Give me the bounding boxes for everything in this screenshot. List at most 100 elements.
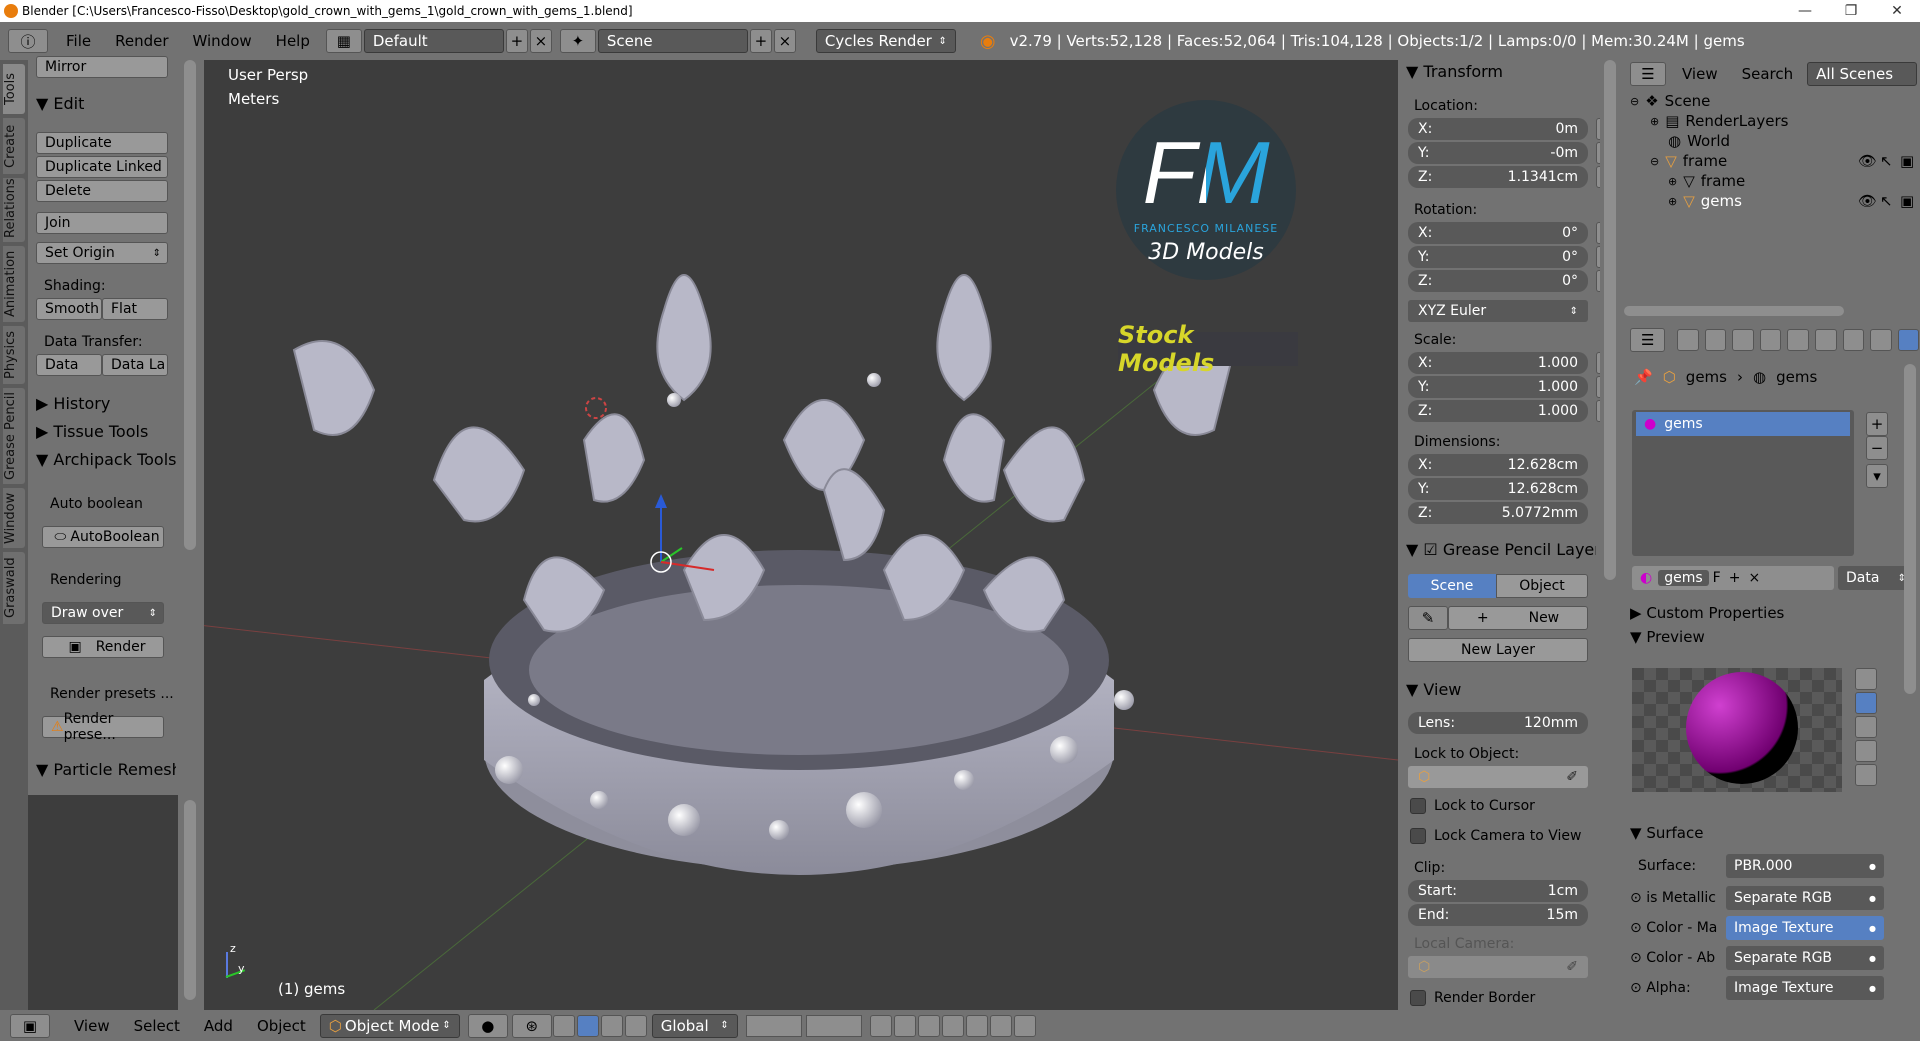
eyedropper-icon[interactable]: ✐	[1566, 769, 1578, 785]
particle-panel-header[interactable]: ▼ Particle Remesh	[36, 760, 176, 779]
new-gpencil-button[interactable]: + New	[1448, 606, 1588, 630]
outliner-hscroll[interactable]	[1624, 306, 1844, 316]
menu-select[interactable]: Select	[134, 1017, 180, 1035]
scale-x-field[interactable]: X: 1.000	[1408, 352, 1588, 374]
add-slot-button[interactable]: +	[1866, 412, 1888, 436]
remove-scene-button[interactable]: ×	[773, 29, 796, 53]
pivot-select[interactable]: ⊛	[511, 1013, 552, 1038]
layers-grid-2[interactable]	[805, 1014, 862, 1037]
surface-header[interactable]: ▼ Surface	[1630, 824, 1703, 842]
snap-target-icon[interactable]	[965, 1014, 988, 1037]
layers-tab-icon[interactable]	[1704, 329, 1727, 351]
shading-select[interactable]: ●	[467, 1013, 508, 1038]
menu-view[interactable]: View	[74, 1017, 110, 1035]
outliner-item-frame-mesh[interactable]: ⊕ ▽ frame	[1668, 172, 1745, 190]
dimension-x-field[interactable]: X: 12.628cm	[1408, 454, 1588, 476]
smooth-button[interactable]: Smooth	[36, 298, 102, 320]
tab-relations[interactable]: Relations	[3, 178, 25, 242]
outliner-item-scene[interactable]: ⊖ ❖ Scene	[1630, 92, 1710, 110]
scene-tab-icon[interactable]	[1732, 329, 1754, 351]
flat-button[interactable]: Flat	[102, 298, 168, 320]
delete-button[interactable]: Delete	[36, 180, 168, 202]
grease-pencil-checkbox[interactable]: ☑	[1423, 540, 1437, 559]
lens-field[interactable]: Lens: 120mm	[1408, 712, 1588, 734]
lock-camera-checkbox[interactable]	[1410, 828, 1426, 844]
edit-panel-header[interactable]: ▼ Edit	[36, 94, 84, 113]
render-engine-select[interactable]: Cycles Render ⇕	[815, 29, 956, 53]
tab-physics[interactable]: Physics	[3, 326, 25, 384]
minimize-button[interactable]: —	[1782, 3, 1828, 19]
local-camera-field[interactable]: ⬡ ✐	[1408, 956, 1588, 978]
eyedropper-icon[interactable]: ✐	[1566, 959, 1578, 975]
new-layer-button[interactable]: New Layer	[1408, 638, 1588, 662]
rotation-mode-select[interactable]: XYZ Euler ⇕	[1408, 300, 1588, 322]
monkey-preview-icon[interactable]	[1855, 740, 1877, 762]
proportional-edit-icon[interactable]	[893, 1014, 916, 1037]
menu-help[interactable]: Help	[264, 32, 322, 50]
x-icon[interactable]: ×	[1748, 570, 1760, 586]
properties-scrollbar[interactable]	[1604, 60, 1616, 580]
editor-type-button[interactable]: ⓘ	[8, 29, 48, 53]
render-tab-icon[interactable]	[1677, 329, 1699, 351]
link-data-select[interactable]: Data ⇕	[1838, 566, 1914, 590]
modifiers-tab-icon[interactable]	[1842, 329, 1865, 351]
tab-tools[interactable]: Tools	[3, 64, 25, 114]
mirror-button[interactable]: Mirror	[36, 56, 168, 78]
data-button[interactable]: Data	[36, 354, 102, 376]
pin-icon[interactable]: 📌	[1634, 368, 1653, 386]
world-tab-icon[interactable]	[1759, 329, 1782, 351]
properties-editor-type[interactable]: ☰	[1630, 328, 1666, 352]
plane-preview-icon[interactable]	[1855, 668, 1877, 690]
dimension-z-field[interactable]: Z: 5.0772mm	[1408, 502, 1588, 524]
fake-user-toggle[interactable]: F	[1713, 570, 1721, 586]
tissue-panel-header[interactable]: ▶ Tissue Tools	[36, 422, 148, 441]
menu-window[interactable]: Window	[181, 32, 264, 50]
mode-select[interactable]: ⬡ Object Mode ⇕	[319, 1013, 460, 1038]
close-button[interactable]: ✕	[1874, 3, 1920, 19]
outliner-item-world[interactable]: ◍ World	[1668, 132, 1730, 150]
properties-editor-scrollbar[interactable]	[1904, 364, 1916, 694]
scene-icon-button[interactable]: ✦	[559, 29, 596, 53]
menu-object[interactable]: Object	[257, 1017, 306, 1035]
location-x-field[interactable]: X: 0m	[1408, 118, 1588, 140]
render-button[interactable]: ▣ Render	[42, 636, 164, 658]
input-color-ab-select[interactable]: Separate RGB ●	[1726, 946, 1884, 970]
scale-manipulator-icon[interactable]	[624, 1014, 647, 1037]
autoboolean-button[interactable]: ⬭ AutoBoolean	[42, 526, 164, 548]
outliner-item-renderlayers[interactable]: ⊕ ▤ RenderLayers	[1650, 112, 1788, 130]
input-metallic-select[interactable]: Separate RGB ●	[1726, 886, 1884, 910]
archipack-panel-header[interactable]: ▼ Archipack Tools	[36, 450, 176, 469]
location-y-field[interactable]: Y: -0m	[1408, 142, 1588, 164]
tab-graswald[interactable]: Graswald	[3, 552, 25, 624]
layout-field[interactable]: Default	[363, 29, 504, 53]
maximize-button[interactable]: ❐	[1828, 3, 1874, 19]
draw-over-select[interactable]: Draw over ⇕	[42, 602, 164, 624]
rotation-x-field[interactable]: X: 0°	[1408, 222, 1588, 244]
cursor-icon[interactable]: ↖	[1880, 152, 1893, 170]
input-color-ma-select[interactable]: Image Texture ●	[1726, 916, 1884, 940]
menu-render[interactable]: Render	[103, 32, 180, 50]
layout-icon-button[interactable]: ▦	[325, 29, 362, 53]
duplicate-linked-button[interactable]: Duplicate Linked	[36, 156, 168, 178]
surface-node-select[interactable]: PBR.000 ●	[1726, 854, 1884, 878]
material-datablock[interactable]: ◐ gems F + ×	[1632, 566, 1834, 590]
sphere-preview-icon[interactable]	[1855, 692, 1877, 714]
constraints-tab-icon[interactable]	[1814, 329, 1837, 351]
remove-layout-button[interactable]: ×	[529, 29, 552, 53]
render-presets-button[interactable]: ⚠ Render prese...	[42, 711, 164, 743]
data-layout-button[interactable]: Data La	[102, 354, 168, 376]
render-border-checkbox[interactable]	[1410, 990, 1426, 1006]
duplicate-button[interactable]: Duplicate	[36, 132, 168, 154]
add-layout-button[interactable]: +	[505, 29, 528, 53]
menu-add[interactable]: Add	[204, 1017, 233, 1035]
pencil-icon[interactable]: ✎	[1408, 606, 1448, 630]
slot-specials-button[interactable]: ▾	[1866, 464, 1888, 488]
clip-start-field[interactable]: Start: 1cm	[1408, 880, 1588, 902]
render-animation-icon[interactable]	[1013, 1014, 1036, 1037]
join-button[interactable]: Join	[36, 212, 168, 234]
tab-window[interactable]: Window	[3, 488, 25, 548]
scale-y-field[interactable]: Y: 1.000	[1408, 376, 1588, 398]
layers-grid[interactable]	[745, 1014, 802, 1037]
magnet-icon[interactable]	[917, 1014, 940, 1037]
remove-slot-button[interactable]: −	[1866, 436, 1888, 460]
